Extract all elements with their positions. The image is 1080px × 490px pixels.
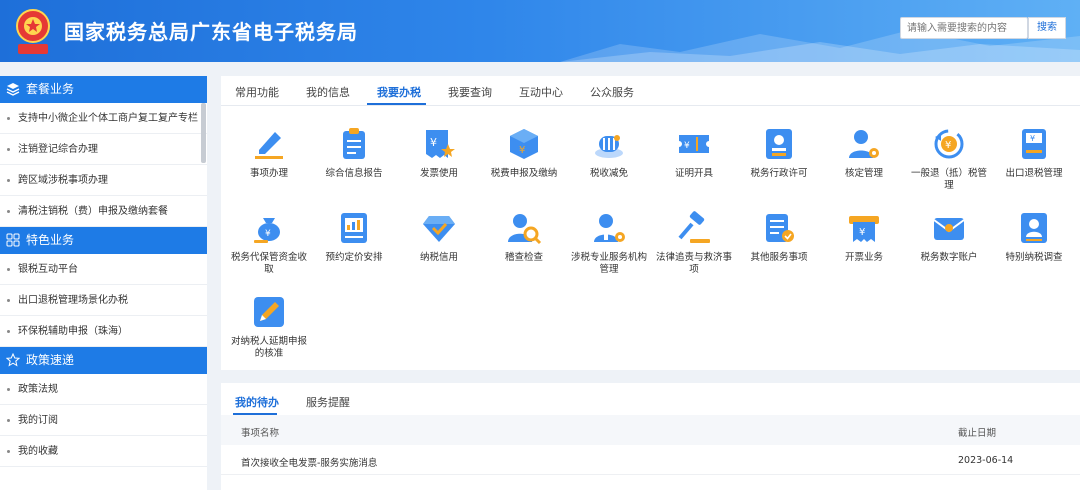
refund-icon: ¥ — [934, 129, 964, 159]
service-item[interactable]: 税收减免 — [569, 126, 649, 180]
service-item[interactable]: ¥ 税务代保管资金收取 — [229, 210, 309, 276]
services-panel: 常用功能 我的信息 我要办税 我要查询 互动中心 公众服务 事项办理 综合信息报… — [221, 76, 1080, 370]
diamond-icon — [423, 216, 455, 242]
star-icon — [6, 353, 20, 367]
sidebar-section-title: 套餐业务 — [26, 82, 75, 96]
service-item[interactable]: 税务数字账户 — [909, 210, 989, 264]
tax-cube-icon: ¥ — [510, 129, 538, 159]
sidebar-item[interactable]: 清税注销税（费）申报及缴纳套餐 — [0, 196, 207, 227]
service-item[interactable]: 预约定价安排 — [314, 210, 394, 264]
checklist-icon — [766, 214, 794, 242]
service-item[interactable]: 法律追责与救济事项 — [654, 210, 734, 276]
service-item[interactable]: ¥ 开票业务 — [824, 210, 904, 264]
service-item[interactable]: ¥ 出口退税管理 — [994, 126, 1074, 180]
service-item[interactable]: ¥ 税费申报及缴纳 — [484, 126, 564, 180]
todo-panel: 我的待办 服务提醒 事项名称 截止日期 首次接收全电发票-服务实施消息 2023… — [221, 383, 1080, 490]
service-item[interactable]: 事项办理 — [229, 126, 309, 180]
layers-icon — [6, 83, 20, 96]
tab-interaction[interactable]: 互动中心 — [519, 84, 563, 100]
sidebar-section-policy[interactable]: 政策速递 — [0, 347, 207, 374]
gavel-icon — [678, 211, 710, 243]
svg-text:¥: ¥ — [265, 229, 271, 239]
tax-emblem-logo — [12, 6, 54, 56]
service-item[interactable]: ¥ 发票使用 — [399, 126, 479, 180]
sidebar-section-featured[interactable]: 特色业务 — [0, 227, 207, 254]
grid-icon — [6, 233, 20, 247]
service-item[interactable]: 特别纳税调查 — [994, 210, 1074, 264]
sidebar-section-title: 特色业务 — [26, 233, 75, 247]
tab-my-info[interactable]: 我的信息 — [306, 84, 350, 100]
sidebar-scrollbar[interactable] — [201, 103, 206, 163]
bill-icon: ¥ — [849, 216, 879, 242]
service-item[interactable]: 核定管理 — [824, 126, 904, 180]
service-item[interactable]: 其他服务事项 — [739, 210, 819, 264]
sidebar-item[interactable]: 我的订阅 — [0, 405, 207, 436]
site-title: 国家税务总局广东省电子税务局 — [64, 20, 358, 44]
sidebar-item[interactable]: 支持中小微企业个体工商户复工复产专栏 — [0, 103, 207, 134]
column-header-deadline: 截止日期 — [958, 428, 997, 439]
sidebar-item[interactable]: 出口退税管理场景化办税 — [0, 285, 207, 316]
service-item[interactable]: ¥ 一般退（抵）税管理 — [909, 126, 989, 192]
svg-text:¥: ¥ — [1030, 134, 1035, 143]
ticket-icon: ¥ — [679, 135, 709, 153]
book-icon: ¥ — [1022, 129, 1046, 159]
column-header-name: 事项名称 — [241, 428, 280, 439]
table-header: 事项名称 截止日期 — [221, 415, 1080, 445]
sidebar-item[interactable]: 跨区域涉税事项办理 — [0, 165, 207, 196]
service-item[interactable]: 纳税信用 — [399, 210, 479, 264]
coin-stack-icon — [595, 135, 623, 158]
service-item[interactable]: 对纳税人延期申报的核准 — [229, 294, 309, 360]
svg-text:¥: ¥ — [430, 136, 437, 149]
main-tabs: 常用功能 我的信息 我要办税 我要查询 互动中心 公众服务 — [221, 76, 1080, 106]
sidebar-item[interactable]: 我的收藏 — [0, 436, 207, 467]
service-item[interactable]: 涉税专业服务机构管理 — [569, 210, 649, 276]
agency-icon — [594, 214, 625, 242]
todo-item-name[interactable]: 首次接收全电发票-服务实施消息 — [241, 455, 377, 469]
user-gear-icon — [849, 130, 879, 158]
tab-tax-handling[interactable]: 我要办税 — [377, 84, 421, 100]
sidebar-section-title: 政策速递 — [26, 353, 75, 367]
service-item[interactable]: 稽查检查 — [484, 210, 564, 264]
mail-user-icon — [933, 218, 965, 240]
sidebar-item[interactable]: 政策法规 — [0, 374, 207, 405]
invoice-icon: ¥ — [426, 130, 455, 158]
svg-text:¥: ¥ — [945, 140, 951, 151]
service-item[interactable]: 综合信息报告 — [314, 126, 394, 180]
sidebar: 套餐业务 支持中小微企业个体工商户复工复产专栏 注销登记综合办理 跨区域涉税事项… — [0, 76, 207, 490]
tab-public-service[interactable]: 公众服务 — [590, 84, 634, 100]
site-header: 国家税务总局广东省电子税务局 搜索 — [0, 0, 1080, 62]
clipboard-icon — [343, 128, 365, 159]
money-bag-icon: ¥ — [254, 218, 280, 243]
badge-icon — [766, 129, 792, 159]
document-chart-icon — [341, 213, 367, 243]
id-card-icon — [1021, 213, 1047, 243]
table-row[interactable]: 首次接收全电发票-服务实施消息 2023-06-14 — [221, 445, 1080, 475]
tab-query[interactable]: 我要查询 — [448, 84, 492, 100]
active-tab-indicator — [367, 103, 426, 105]
tab-service-reminders[interactable]: 服务提醒 — [306, 394, 350, 410]
search-button[interactable]: 搜索 — [1028, 17, 1066, 39]
magnifier-user-icon — [508, 214, 542, 245]
pen-icon — [255, 132, 283, 159]
todo-item-deadline: 2023-06-14 — [958, 455, 1014, 466]
tab-common[interactable]: 常用功能 — [235, 84, 279, 100]
sidebar-item[interactable]: 环保税辅助申报（珠海） — [0, 316, 207, 347]
svg-text:¥: ¥ — [859, 227, 865, 238]
svg-text:¥: ¥ — [684, 141, 690, 151]
svg-text:¥: ¥ — [519, 145, 525, 156]
tab-my-todos[interactable]: 我的待办 — [235, 394, 279, 410]
sidebar-item[interactable]: 银税互动平台 — [0, 254, 207, 285]
service-item[interactable]: ¥ 证明开具 — [654, 126, 734, 180]
edit-icon — [254, 297, 284, 327]
service-item[interactable]: 税务行政许可 — [739, 126, 819, 180]
sidebar-item[interactable]: 注销登记综合办理 — [0, 134, 207, 165]
sidebar-section-packages[interactable]: 套餐业务 — [0, 76, 207, 103]
search-input[interactable] — [900, 17, 1028, 39]
